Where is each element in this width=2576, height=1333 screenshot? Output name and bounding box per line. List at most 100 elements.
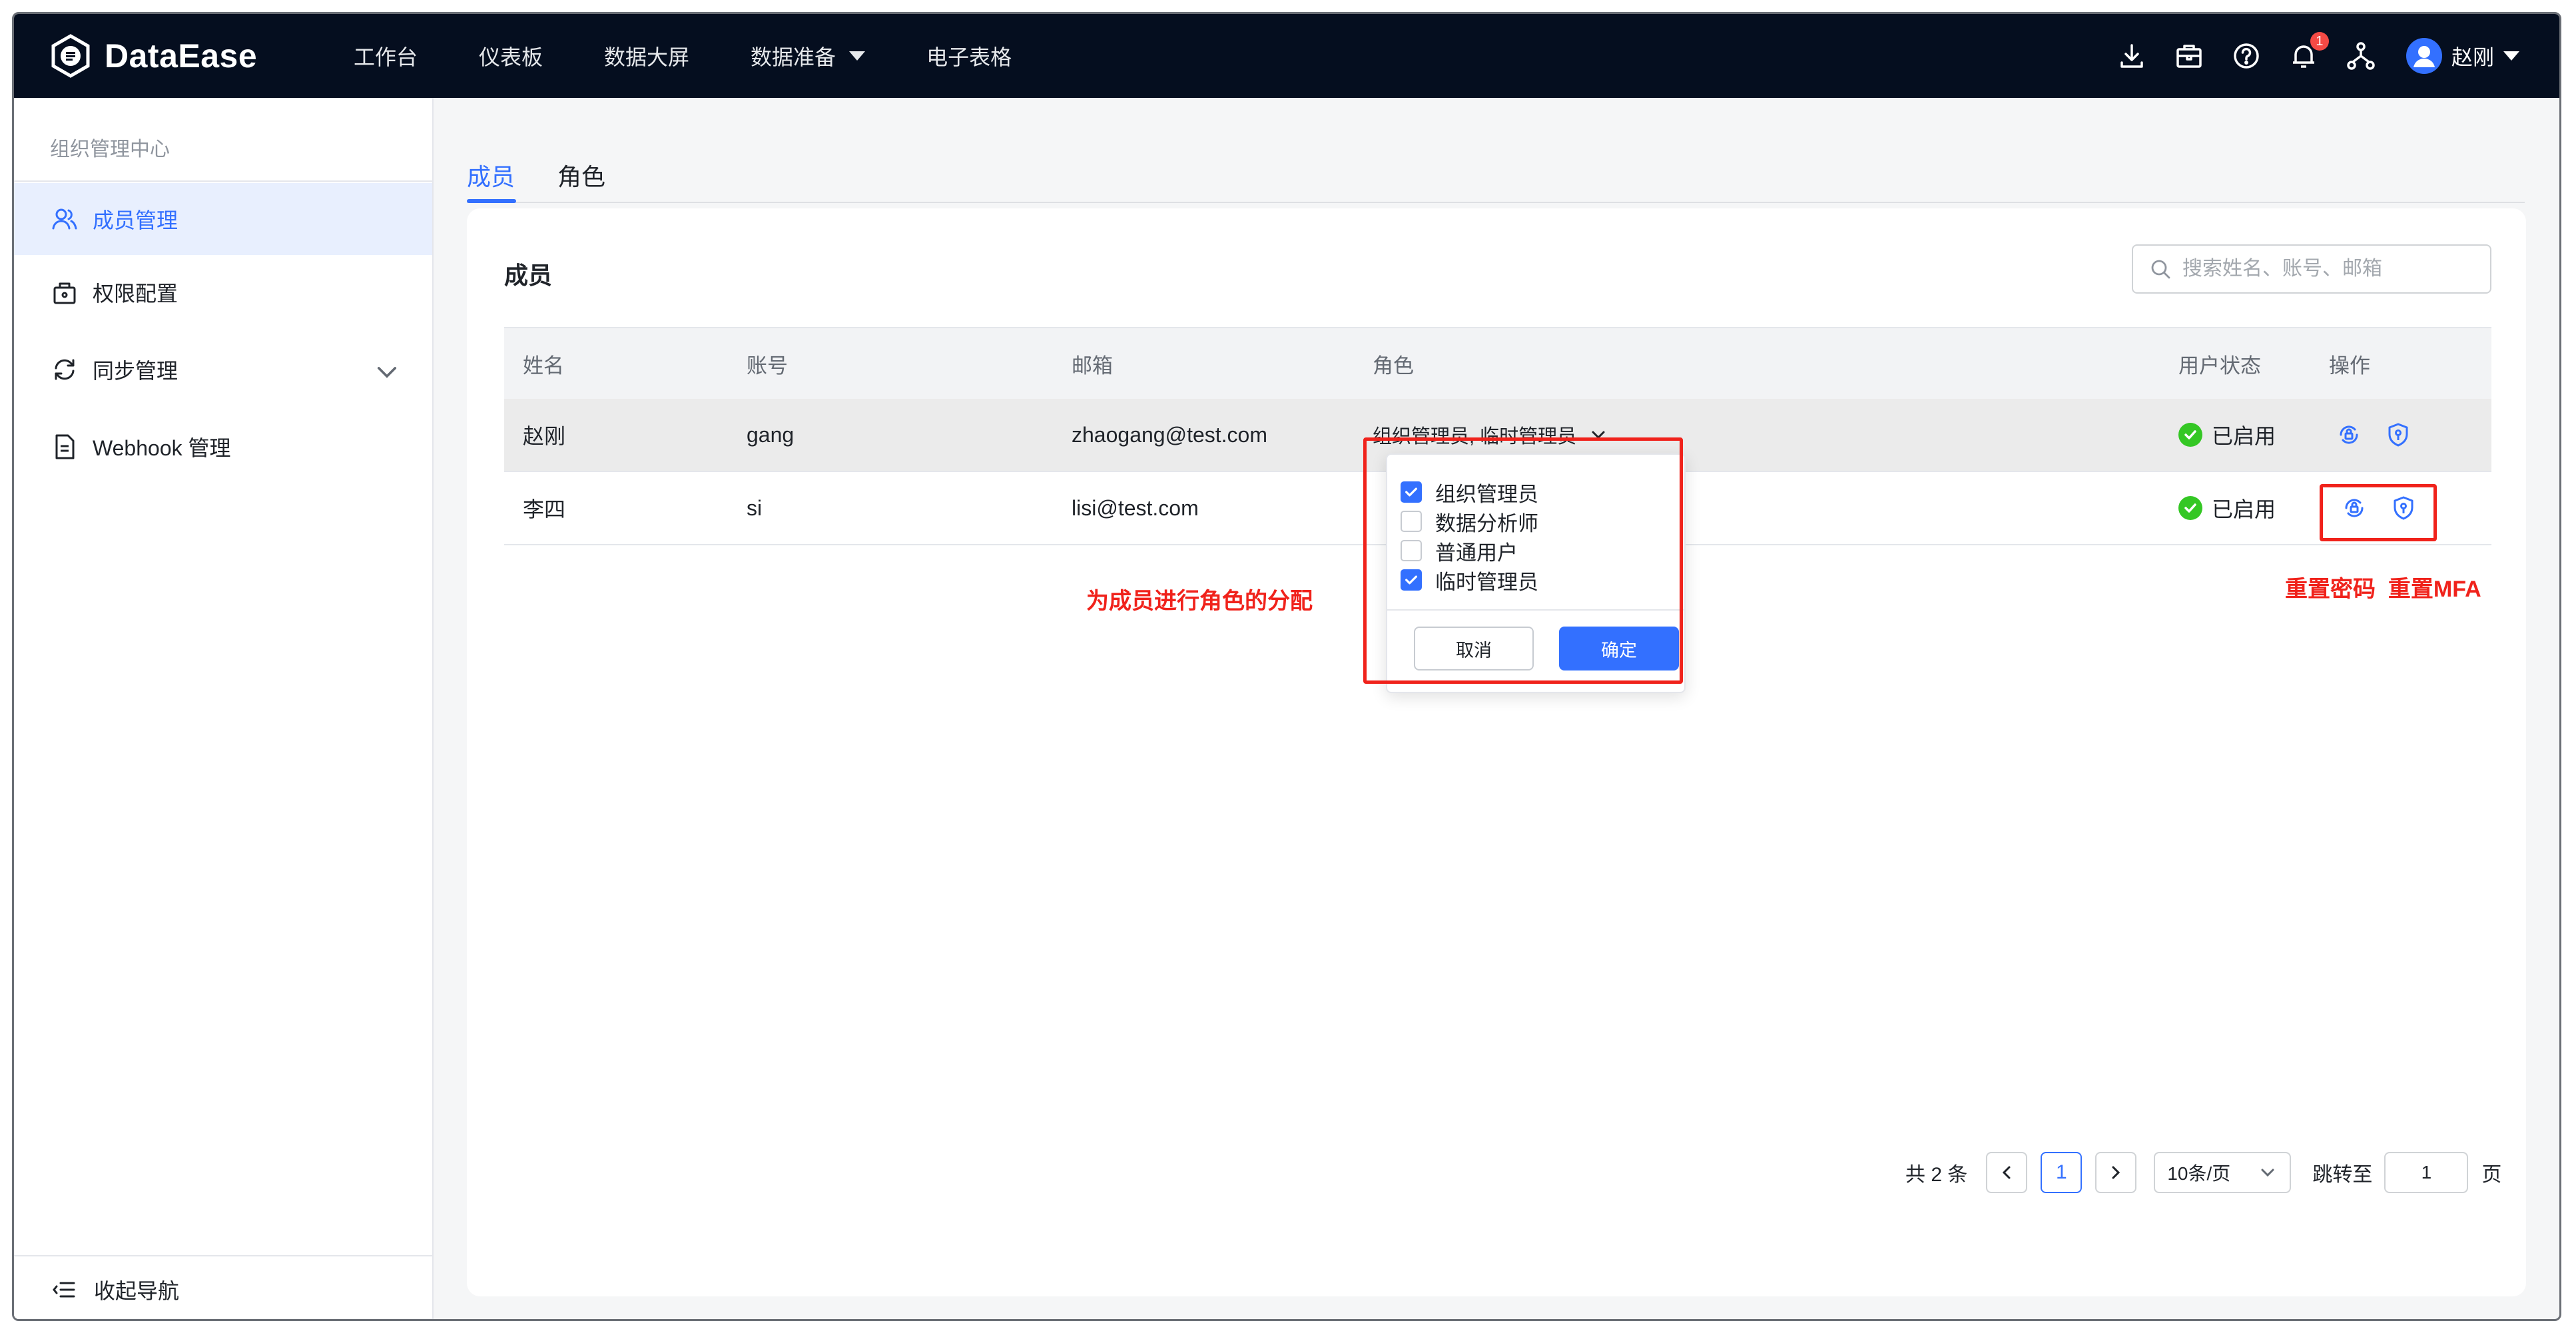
org-tree-icon[interactable] — [2345, 40, 2377, 72]
column-header: 账号 — [747, 354, 788, 378]
member-name: 赵刚 — [523, 424, 566, 448]
row-actions — [2336, 399, 2412, 471]
nav-label: 数据准备 — [751, 45, 836, 69]
nav-label: 仪表板 — [479, 45, 543, 69]
sync-icon — [55, 359, 75, 380]
status-badge: 已启用 — [2178, 472, 2276, 544]
nav-data-screen[interactable]: 数据大屏 — [604, 41, 689, 71]
reset-mfa-icon[interactable] — [2385, 421, 2412, 448]
main-nav: 工作台 仪表板 数据大屏 数据准备 电子表格 — [354, 14, 1073, 98]
annotation-actions: 重置密码 重置MFA — [2285, 577, 2481, 602]
sidebar-item-sync[interactable]: 同步管理 — [14, 334, 432, 405]
column-header: 角色 — [1373, 354, 1414, 378]
panel-title: 成员 — [504, 262, 553, 289]
nav-data-prep[interactable]: 数据准备 — [751, 41, 866, 71]
tab-members[interactable]: 成员 — [467, 158, 515, 192]
user-menu[interactable]: 赵刚 — [2406, 38, 2519, 74]
caret-down-icon — [849, 51, 866, 61]
status-text: 已启用 — [2212, 424, 2276, 448]
tab-roles[interactable]: 角色 — [557, 158, 605, 192]
bell-icon[interactable]: 1 — [2288, 32, 2329, 72]
member-account: si — [747, 495, 763, 520]
dataease-logo-icon — [51, 34, 90, 78]
user-name: 赵刚 — [2451, 45, 2494, 69]
nav-label: 数据大屏 — [604, 45, 690, 69]
member-name: 李四 — [523, 497, 566, 521]
tab-bar: 成员 角色 — [467, 98, 2525, 204]
annotation-highlight-actions — [2320, 484, 2437, 541]
annotation-highlight-popover — [1363, 437, 1683, 684]
jump-page-input[interactable] — [2384, 1152, 2469, 1193]
chevron-left-icon — [2003, 1166, 2011, 1179]
top-navbar: DataEase 工作台 仪表板 数据大屏 数据准备 电子表格 1 赵刚 — [14, 14, 2559, 98]
search-box — [2132, 244, 2491, 294]
nav-label: 工作台 — [354, 45, 418, 69]
column-header: 姓名 — [523, 354, 564, 378]
page-number: 1 — [2056, 1161, 2067, 1183]
sidebar-item-members[interactable]: 成员管理 — [14, 183, 432, 255]
column-header: 邮箱 — [1072, 354, 1113, 378]
search-input[interactable] — [2182, 258, 2475, 280]
download-icon[interactable] — [2116, 40, 2148, 72]
members-panel: 成员 姓名 账号 邮箱 角色 用户状态 操作 赵刚 gang zhaogang@… — [467, 208, 2526, 1296]
caret-down-icon — [2503, 51, 2519, 61]
divider — [467, 202, 2525, 203]
help-icon[interactable] — [2230, 40, 2262, 72]
notification-badge: 1 — [2310, 32, 2329, 51]
tab-label: 角色 — [557, 163, 606, 190]
sidebar-item-label: 权限配置 — [93, 282, 178, 306]
sidebar-title: 组织管理中心 — [50, 138, 170, 160]
page-button[interactable]: 1 — [2041, 1152, 2083, 1193]
nav-label: 电子表格 — [926, 45, 1012, 69]
check-circle-icon — [2178, 423, 2202, 447]
page-suffix: 页 — [2481, 1164, 2502, 1186]
sidebar-item-webhook[interactable]: Webhook 管理 — [14, 411, 432, 483]
sidebar-item-label: 同步管理 — [93, 359, 178, 383]
status-text: 已启用 — [2212, 497, 2276, 521]
toolbar: 1 赵刚 — [2091, 14, 2519, 98]
chevron-right-icon — [2112, 1166, 2120, 1179]
search-icon — [2151, 260, 2170, 279]
status-badge: 已启用 — [2178, 399, 2276, 471]
member-email: zhaogang@test.com — [1072, 422, 1267, 447]
sidebar-item-permissions[interactable]: 权限配置 — [14, 256, 432, 328]
total-count: 共 2 条 — [1905, 1164, 1968, 1186]
page-size-value: 10条/页 — [2167, 1163, 2231, 1184]
prev-page-button[interactable] — [1986, 1152, 2028, 1193]
column-header: 用户状态 — [2178, 354, 2261, 378]
nav-spreadsheet[interactable]: 电子表格 — [926, 41, 1012, 71]
divider — [14, 1255, 432, 1256]
member-account: gang — [747, 422, 795, 447]
reset-password-icon[interactable] — [2336, 421, 2362, 448]
tab-label: 成员 — [467, 163, 515, 190]
sidebar: 组织管理中心 成员管理 权限配置 同步管理 Webhook 管理 收起导航 — [14, 98, 434, 1319]
next-page-button[interactable] — [2095, 1152, 2137, 1193]
members-icon — [52, 208, 77, 230]
lock-icon — [53, 282, 76, 304]
app-window: DataEase 工作台 仪表板 数据大屏 数据准备 电子表格 1 赵刚 组织管… — [12, 12, 2561, 1321]
check-circle-icon — [2178, 496, 2202, 520]
annotation-assign-roles: 为成员进行角色的分配 — [1086, 589, 1313, 614]
toolbox-icon[interactable] — [2173, 40, 2205, 72]
table-header: 姓名 账号 邮箱 角色 用户状态 操作 — [504, 327, 2491, 399]
collapse-nav-label: 收起导航 — [94, 1279, 180, 1303]
page-size-select[interactable]: 10条/页 — [2154, 1152, 2292, 1193]
nav-dashboard[interactable]: 仪表板 — [479, 41, 543, 71]
chevron-down-icon[interactable] — [372, 358, 402, 387]
column-header: 操作 — [2329, 354, 2370, 378]
sidebar-item-label: Webhook 管理 — [93, 436, 231, 460]
brand-logo[interactable]: DataEase — [49, 31, 257, 81]
sidebar-item-label: 成员管理 — [93, 208, 178, 232]
active-tab-indicator — [467, 199, 516, 203]
brand-name: DataEase — [105, 37, 258, 75]
user-avatar-icon — [2413, 46, 2435, 67]
pagination: 共 2 条 1 10条/页 跳转至 页 — [1905, 1151, 2501, 1194]
collapse-menu-icon — [53, 1282, 75, 1298]
jump-label: 跳转至 — [2312, 1164, 2373, 1186]
chevron-down-icon — [2261, 1169, 2274, 1177]
member-email: lisi@test.com — [1072, 495, 1199, 520]
nav-workbench[interactable]: 工作台 — [354, 41, 418, 71]
document-icon — [55, 434, 75, 459]
collapse-nav-button[interactable]: 收起导航 — [14, 1258, 432, 1319]
divider — [14, 180, 432, 182]
